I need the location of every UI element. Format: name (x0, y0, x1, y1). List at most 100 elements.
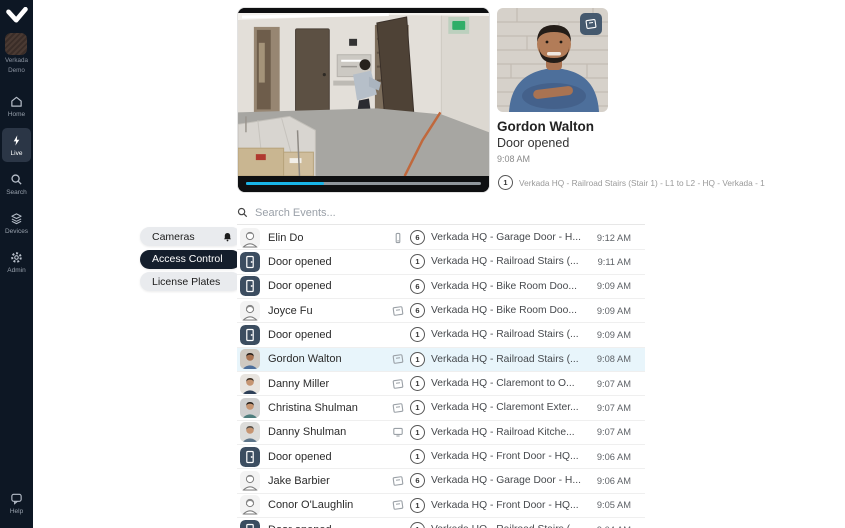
event-time: 9:09 AM (589, 330, 631, 340)
sidebar-item-help[interactable]: Help (2, 486, 31, 520)
event-list: Elin Do 6 Verkada HQ - Garage Door - H..… (237, 226, 645, 528)
event-title: Door opened (268, 280, 392, 292)
event-row[interactable]: Gordon Walton 1 Verkada HQ - Railroad St… (237, 348, 645, 372)
person-avatar (240, 349, 260, 369)
event-time: 9:07 AM (589, 403, 631, 413)
bell-icon (223, 232, 232, 242)
video-progress-fill (246, 182, 324, 185)
door-count-badge: 6 (410, 473, 425, 488)
unlock-method-icon (392, 451, 406, 463)
event-location: Verkada HQ - Railroad Stairs (... (431, 354, 589, 365)
door-count-badge: 1 (410, 254, 425, 269)
door-icon (240, 520, 260, 528)
id-card-icon (585, 18, 597, 30)
door-count-badge: 6 (410, 279, 425, 294)
event-type-filters: Cameras Access Control License Plates (140, 227, 241, 291)
door-icon (240, 276, 260, 296)
event-row[interactable]: Danny Shulman 1 Verkada HQ - Railroad Ki… (237, 421, 645, 445)
door-count-badge: 1 (410, 449, 425, 464)
event-location: Verkada HQ - Claremont Exter... (431, 402, 589, 413)
event-row[interactable]: Door opened 6 Verkada HQ - Bike Room Doo… (237, 275, 645, 299)
event-row[interactable]: Christina Shulman 1 Verkada HQ - Claremo… (237, 396, 645, 420)
access-event-badge[interactable] (580, 13, 602, 35)
sidebar-item-label: Devices (5, 228, 28, 235)
detail-person-name: Gordon Walton (497, 119, 594, 134)
lightning-icon (10, 134, 23, 147)
unlock-method-icon (392, 353, 406, 365)
unlock-method-icon (392, 232, 406, 244)
devices-icon (10, 212, 23, 225)
event-title: Danny Shulman (268, 426, 392, 438)
unlock-method-icon (392, 475, 406, 487)
event-location: Verkada HQ - Front Door - HQ... (431, 500, 589, 511)
person-avatar (240, 398, 260, 418)
sidebar-item-admin[interactable]: Admin (2, 245, 31, 279)
event-title: Door opened (268, 524, 392, 528)
filter-chip-license-plates[interactable]: License Plates (140, 272, 241, 291)
detail-location-row[interactable]: 1 Verkada HQ - Railroad Stairs (Stair 1)… (498, 175, 765, 190)
event-title: Door opened (268, 329, 392, 341)
search-input[interactable] (255, 207, 645, 219)
unlock-method-icon (392, 499, 406, 511)
sidebar-item-home[interactable]: Home (2, 89, 31, 123)
filter-chip-cameras[interactable]: Cameras (140, 227, 241, 246)
event-time: 9:06 AM (589, 452, 631, 462)
event-location: Verkada HQ - Garage Door - H... (431, 232, 589, 243)
event-title: Jake Barbier (268, 475, 392, 487)
event-location: Verkada HQ - Bike Room Doo... (431, 305, 589, 316)
org-switcher[interactable]: Verkada Demo (5, 33, 28, 75)
event-row[interactable]: Door opened 1 Verkada HQ - Railroad Stai… (237, 518, 645, 528)
door-count-badge: 1 (498, 175, 513, 190)
person-avatar (240, 374, 260, 394)
sidebar-item-label: Home (8, 111, 25, 118)
sidebar-item-label: Search (6, 189, 27, 196)
sidebar-item-search[interactable]: Search (2, 167, 31, 201)
event-row[interactable]: Danny Miller 1 Verkada HQ - Claremont to… (237, 372, 645, 396)
event-title: Danny Miller (268, 378, 392, 390)
event-row[interactable]: Conor O'Laughlin 1 Verkada HQ - Front Do… (237, 494, 645, 518)
home-icon (10, 95, 23, 108)
event-time: 9:07 AM (589, 379, 631, 389)
filter-chip-access-control[interactable]: Access Control (140, 250, 241, 269)
event-time: 9:04 AM (589, 525, 631, 528)
org-name-line1: Verkada (5, 57, 28, 65)
event-time: 9:05 AM (589, 500, 631, 510)
event-title: Conor O'Laughlin (268, 499, 392, 511)
event-time: 9:09 AM (589, 306, 631, 316)
event-time: 9:09 AM (589, 281, 631, 291)
event-location: Verkada HQ - Railroad Stairs (... (431, 524, 589, 528)
live-video-player[interactable] (237, 7, 490, 193)
video-progress-bar[interactable] (246, 182, 481, 185)
filter-chip-label: Cameras (152, 231, 195, 243)
unlock-method-icon (392, 305, 406, 317)
event-row[interactable]: Joyce Fu 6 Verkada HQ - Bike Room Doo...… (237, 299, 645, 323)
event-time: 9:11 AM (589, 257, 631, 267)
video-letterbox-bottom (238, 176, 489, 192)
door-count-badge: 6 (410, 303, 425, 318)
person-avatar (240, 495, 260, 515)
org-name-line2: Demo (8, 67, 25, 75)
filter-chip-label: License Plates (152, 276, 220, 288)
door-count-badge: 1 (410, 498, 425, 513)
door-count-badge: 1 (410, 376, 425, 391)
event-row[interactable]: Elin Do 6 Verkada HQ - Garage Door - H..… (237, 226, 645, 250)
event-row[interactable]: Door opened 1 Verkada HQ - Railroad Stai… (237, 250, 645, 274)
sidebar-item-devices[interactable]: Devices (2, 206, 31, 240)
event-time: 9:07 AM (589, 427, 631, 437)
event-row[interactable]: Jake Barbier 6 Verkada HQ - Garage Door … (237, 469, 645, 493)
event-row[interactable]: Door opened 1 Verkada HQ - Railroad Stai… (237, 323, 645, 347)
event-row[interactable]: Door opened 1 Verkada HQ - Front Door - … (237, 445, 645, 469)
door-count-badge: 6 (410, 230, 425, 245)
sidebar-item-label: Admin (7, 267, 25, 274)
unlock-method-icon (392, 329, 406, 341)
event-time: 9:08 AM (589, 354, 631, 364)
search-icon (237, 207, 248, 218)
door-count-badge: 1 (410, 352, 425, 367)
verkada-logo-icon[interactable] (6, 7, 28, 25)
unlock-method-icon (392, 524, 406, 528)
search-bar (237, 201, 645, 225)
sidebar-item-live[interactable]: Live (2, 128, 31, 162)
person-avatar (240, 228, 260, 248)
door-count-badge: 1 (410, 400, 425, 415)
door-count-badge: 1 (410, 522, 425, 528)
